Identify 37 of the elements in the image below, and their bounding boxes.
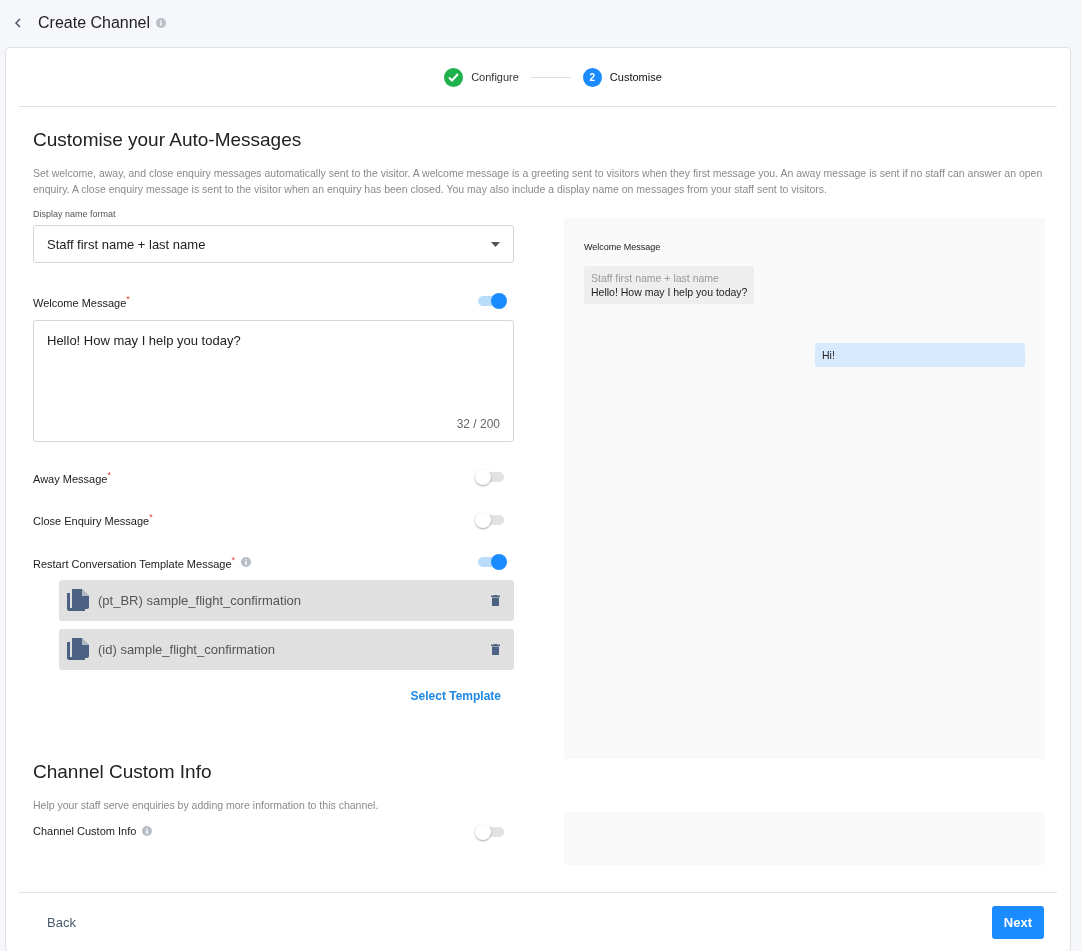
section-description: Help your staff serve enquiries by adding more information to this channel.	[33, 798, 380, 813]
character-counter: 32 / 200	[456, 416, 500, 431]
template-name: (pt_BR) sample_flight_confirmation	[98, 592, 303, 608]
sender-name: Staff first name + last name	[591, 272, 720, 284]
message-field[interactable]: Hello! How may I help you today? 32 / 200	[33, 319, 514, 442]
message-text: Hi!	[822, 349, 836, 361]
setting-label: Close Enquiry Message$^{*}$	[33, 512, 153, 527]
toggle-switch[interactable]	[478, 514, 504, 525]
back-icon[interactable]	[14, 17, 22, 28]
section-title: Channel Custom Info	[33, 761, 213, 783]
copy-icon	[66, 637, 90, 662]
toggle-switch[interactable]	[478, 296, 504, 307]
setting-label: Away Message$^{*}$	[33, 469, 111, 485]
page-title: Create Channel	[38, 13, 151, 32]
select-template-link[interactable]: Select Template	[410, 688, 501, 703]
field-label: Display name format	[33, 209, 117, 219]
toggle-switch[interactable]	[478, 827, 504, 837]
template-name: (id) sample_flight_confirmation	[98, 641, 277, 657]
delete-icon[interactable]	[491, 643, 500, 655]
setting-label: Restart Conversation Template Message$^{*}$	[33, 554, 236, 570]
step-number: 2	[582, 67, 602, 87]
message-text: Hello! How may I help you today?	[47, 332, 242, 348]
preview-label: Welcome Message	[584, 242, 662, 252]
step-label: Customise	[609, 71, 662, 83]
display-name-select[interactable]: Staff first name + last name	[33, 225, 514, 263]
caret-icon	[491, 241, 500, 247]
section-title: Customise your Auto-Messages	[33, 129, 303, 151]
setting-label: Channel Custom Info	[33, 825, 137, 837]
section-description: Set welcome, away, and close enquiry messages automatically sent to the visitor. A welcome message is a greeting sent to visitors when they first message you. An away message is sent if no staff can answer an open enquiry. A close enquiry message is sent to the visitor when an enquiry has been closed. You may also include a display name on messages from your staff sent to visitors.	[33, 166, 1043, 197]
setting-label: Welcome Message$^{*}$	[33, 294, 130, 309]
step-label: Configure	[471, 71, 519, 83]
message-text: Hello! How may I help you today?	[591, 286, 748, 298]
toggle-switch[interactable]	[478, 557, 504, 568]
copy-icon	[66, 588, 90, 613]
delete-icon[interactable]	[491, 594, 500, 606]
toggle-switch[interactable]	[478, 472, 504, 482]
back-button[interactable]: Back	[33, 906, 90, 938]
